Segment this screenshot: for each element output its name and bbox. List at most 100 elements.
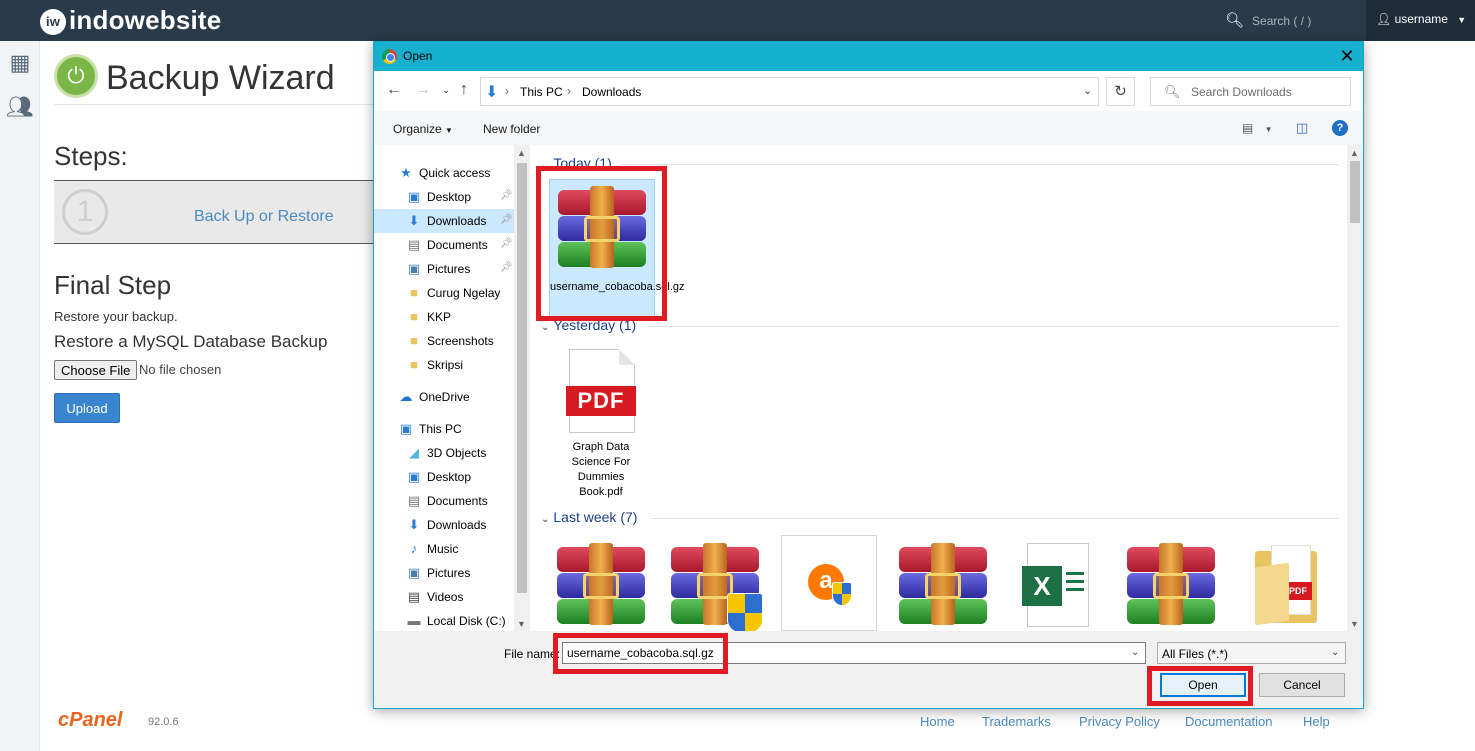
footer-link-privacy-policy[interactable]: Privacy Policy: [1079, 714, 1160, 729]
file-tile-archive[interactable]: [549, 533, 655, 631]
nav-item-pictures[interactable]: ▣ Pictures: [374, 561, 514, 585]
file-tile-excel[interactable]: X: [1005, 533, 1111, 631]
up-arrow-icon[interactable]: ↑: [460, 81, 468, 99]
chevron-down-icon: ⌄: [541, 322, 550, 333]
nav-item-skripsi[interactable]: ■ Skripsi: [374, 353, 514, 377]
scrollbar-thumb[interactable]: [1350, 161, 1360, 223]
footer-link-home[interactable]: Home: [920, 714, 955, 729]
nav-item-downloads[interactable]: ⬇︎ Downloads: [374, 513, 514, 537]
preview-pane-icon[interactable]: ◫: [1296, 120, 1308, 136]
group-header-label: Today (1): [553, 155, 612, 171]
nav-item-desktop[interactable]: ▣ Desktop: [374, 465, 514, 489]
group-header-last-week[interactable]: ⌄ Last week (7): [541, 509, 637, 525]
nav-item-3d-objects[interactable]: ◢ 3D Objects: [374, 441, 514, 465]
dialog-title-bar[interactable]: Open ✕: [374, 42, 1363, 71]
file-tile-graph-data-science-pdf[interactable]: PDF Graph Data Science For Dummies Book.…: [549, 341, 655, 498]
users-icon[interactable]: 👥︎: [6, 95, 34, 119]
navigation-pane-scrollbar[interactable]: ▲ ▼: [514, 145, 530, 631]
help-icon[interactable]: ?: [1332, 120, 1348, 136]
brand-logo[interactable]: iw indowebsite: [40, 5, 221, 36]
videos-icon: ▤: [407, 589, 421, 604]
nav-item-documents[interactable]: ▤ Documents: [374, 489, 514, 513]
scroll-down-icon[interactable]: ▼: [517, 619, 526, 629]
user-menu-label: username: [1394, 12, 1448, 26]
steps-heading: Steps:: [54, 141, 128, 171]
file-list-scrollbar[interactable]: ▲ ▼: [1347, 145, 1363, 631]
file-name-input[interactable]: [562, 642, 1146, 664]
file-tile-archive-installer[interactable]: [663, 533, 769, 631]
grid-apps-icon[interactable]: ▦: [6, 51, 34, 75]
nav-item-videos[interactable]: ▤ Videos: [374, 585, 514, 609]
group-header-yesterday[interactable]: ⌄ Yesterday (1): [541, 317, 636, 333]
footer-link-trademarks[interactable]: Trademarks: [982, 714, 1051, 729]
cancel-button[interactable]: Cancel: [1259, 673, 1345, 697]
scroll-up-icon[interactable]: ▲: [1350, 148, 1359, 158]
search-downloads-input[interactable]: 🔍︎ Search Downloads: [1150, 77, 1351, 106]
footer-link-documentation[interactable]: Documentation: [1185, 714, 1272, 729]
nav-item-onedrive[interactable]: ☁ OneDrive: [374, 385, 514, 409]
cpanel-logo[interactable]: cPanel: [58, 709, 122, 732]
file-type-filter-select[interactable]: All Files (*.*) ⌄: [1157, 642, 1346, 664]
global-search[interactable]: 🔍︎ Search ( / ): [1225, 11, 1311, 29]
nav-item-this-pc[interactable]: ▣ This PC: [374, 417, 514, 441]
nav-item-desktop-pinned[interactable]: ▣ Desktop 📌︎: [374, 185, 514, 209]
nav-item-label: Pictures: [427, 262, 471, 276]
upload-button[interactable]: Upload: [54, 393, 120, 423]
nav-item-pictures-pinned[interactable]: ▣ Pictures 📌︎: [374, 257, 514, 281]
new-folder-button[interactable]: New folder: [483, 122, 540, 136]
nav-item-local-disk-c[interactable]: ▬ Local Disk (C:): [374, 609, 514, 631]
nav-item-label: 3D Objects: [427, 446, 487, 460]
chrome-icon: [382, 49, 397, 64]
nav-item-label: Desktop: [427, 190, 472, 204]
nav-item-quick-access[interactable]: ★ Quick access: [374, 161, 514, 185]
chevron-down-icon[interactable]: ⌄: [1083, 84, 1092, 97]
folder-icon: ■: [410, 357, 418, 372]
close-icon[interactable]: ✕: [1334, 45, 1360, 67]
group-divider: [621, 164, 1339, 165]
file-tile-archive[interactable]: [891, 533, 997, 631]
chevron-down-icon[interactable]: ⌄: [1131, 647, 1139, 658]
file-tile-avast-installer[interactable]: a: [777, 533, 883, 631]
nav-item-curug-ngelay[interactable]: ■ Curug Ngelay: [374, 281, 514, 305]
forward-arrow-icon[interactable]: →: [415, 81, 431, 99]
nav-item-music[interactable]: ♪ Music: [374, 537, 514, 561]
refresh-icon[interactable]: ↻: [1106, 77, 1135, 106]
nav-item-label: Screenshots: [427, 334, 494, 348]
back-arrow-icon[interactable]: ←: [386, 81, 402, 99]
file-name-label: File name:: [504, 647, 561, 661]
nav-item-downloads-pinned[interactable]: ⬇︎ Downloads 📌︎: [374, 209, 514, 233]
nav-item-documents-pinned[interactable]: ▤ Documents 📌︎: [374, 233, 514, 257]
change-view-icon[interactable]: ▤ ▼: [1242, 121, 1273, 135]
open-button[interactable]: Open: [1160, 673, 1246, 697]
group-header-today[interactable]: ⌄ Today (1): [541, 155, 612, 171]
folder-with-pdf-icon: PDF: [1255, 545, 1317, 626]
breadcrumb-downloads[interactable]: Downloads: [582, 85, 641, 99]
file-tile-username-cobacoba-sql-gz[interactable]: username_cobacoba.sql.gz: [549, 179, 685, 319]
file-tile-folder[interactable]: PDF: [1233, 533, 1339, 631]
user-menu[interactable]: 👤︎ username ▼: [1366, 0, 1475, 41]
step-link-backup-or-restore[interactable]: Back Up or Restore: [194, 208, 334, 226]
music-icon: ♪: [410, 541, 418, 556]
organize-menu-button[interactable]: Organize ▼: [393, 122, 453, 136]
nav-item-label: Documents: [427, 494, 488, 508]
file-tile-archive[interactable]: [1119, 533, 1225, 631]
organize-label: Organize: [393, 122, 442, 136]
nav-item-label: Downloads: [427, 518, 487, 532]
breadcrumb-this-pc[interactable]: This PC: [520, 85, 563, 99]
file-name-label: username_cobacoba.sql.gz: [550, 281, 685, 293]
chevron-down-icon: ⌄: [541, 160, 550, 171]
brand-logo-text: indowebsite: [69, 5, 222, 35]
footer-link-help[interactable]: Help: [1303, 714, 1330, 729]
page-title: Backup Wizard: [106, 59, 335, 97]
scroll-up-icon[interactable]: ▲: [517, 148, 526, 158]
nav-item-screenshots[interactable]: ■ Screenshots: [374, 329, 514, 353]
nav-item-kkp[interactable]: ■ KKP: [374, 305, 514, 329]
address-row: ← → ⌄ ↑ ⬇︎ › This PC › Downloads ⌄ ↻ 🔍︎ …: [374, 71, 1363, 111]
file-list-area: ⌄ Today (1) username_cobacoba.sql.gz ⌄ Yes…: [531, 145, 1363, 631]
scrollbar-thumb[interactable]: [517, 163, 527, 593]
cloud-icon: ☁: [399, 389, 413, 404]
choose-file-button[interactable]: Choose File: [54, 360, 138, 380]
scroll-down-icon[interactable]: ▼: [1350, 619, 1359, 629]
address-bar[interactable]: ⬇︎ › This PC › Downloads ⌄: [480, 77, 1099, 106]
recent-locations-chevron-icon[interactable]: ⌄: [442, 85, 450, 96]
